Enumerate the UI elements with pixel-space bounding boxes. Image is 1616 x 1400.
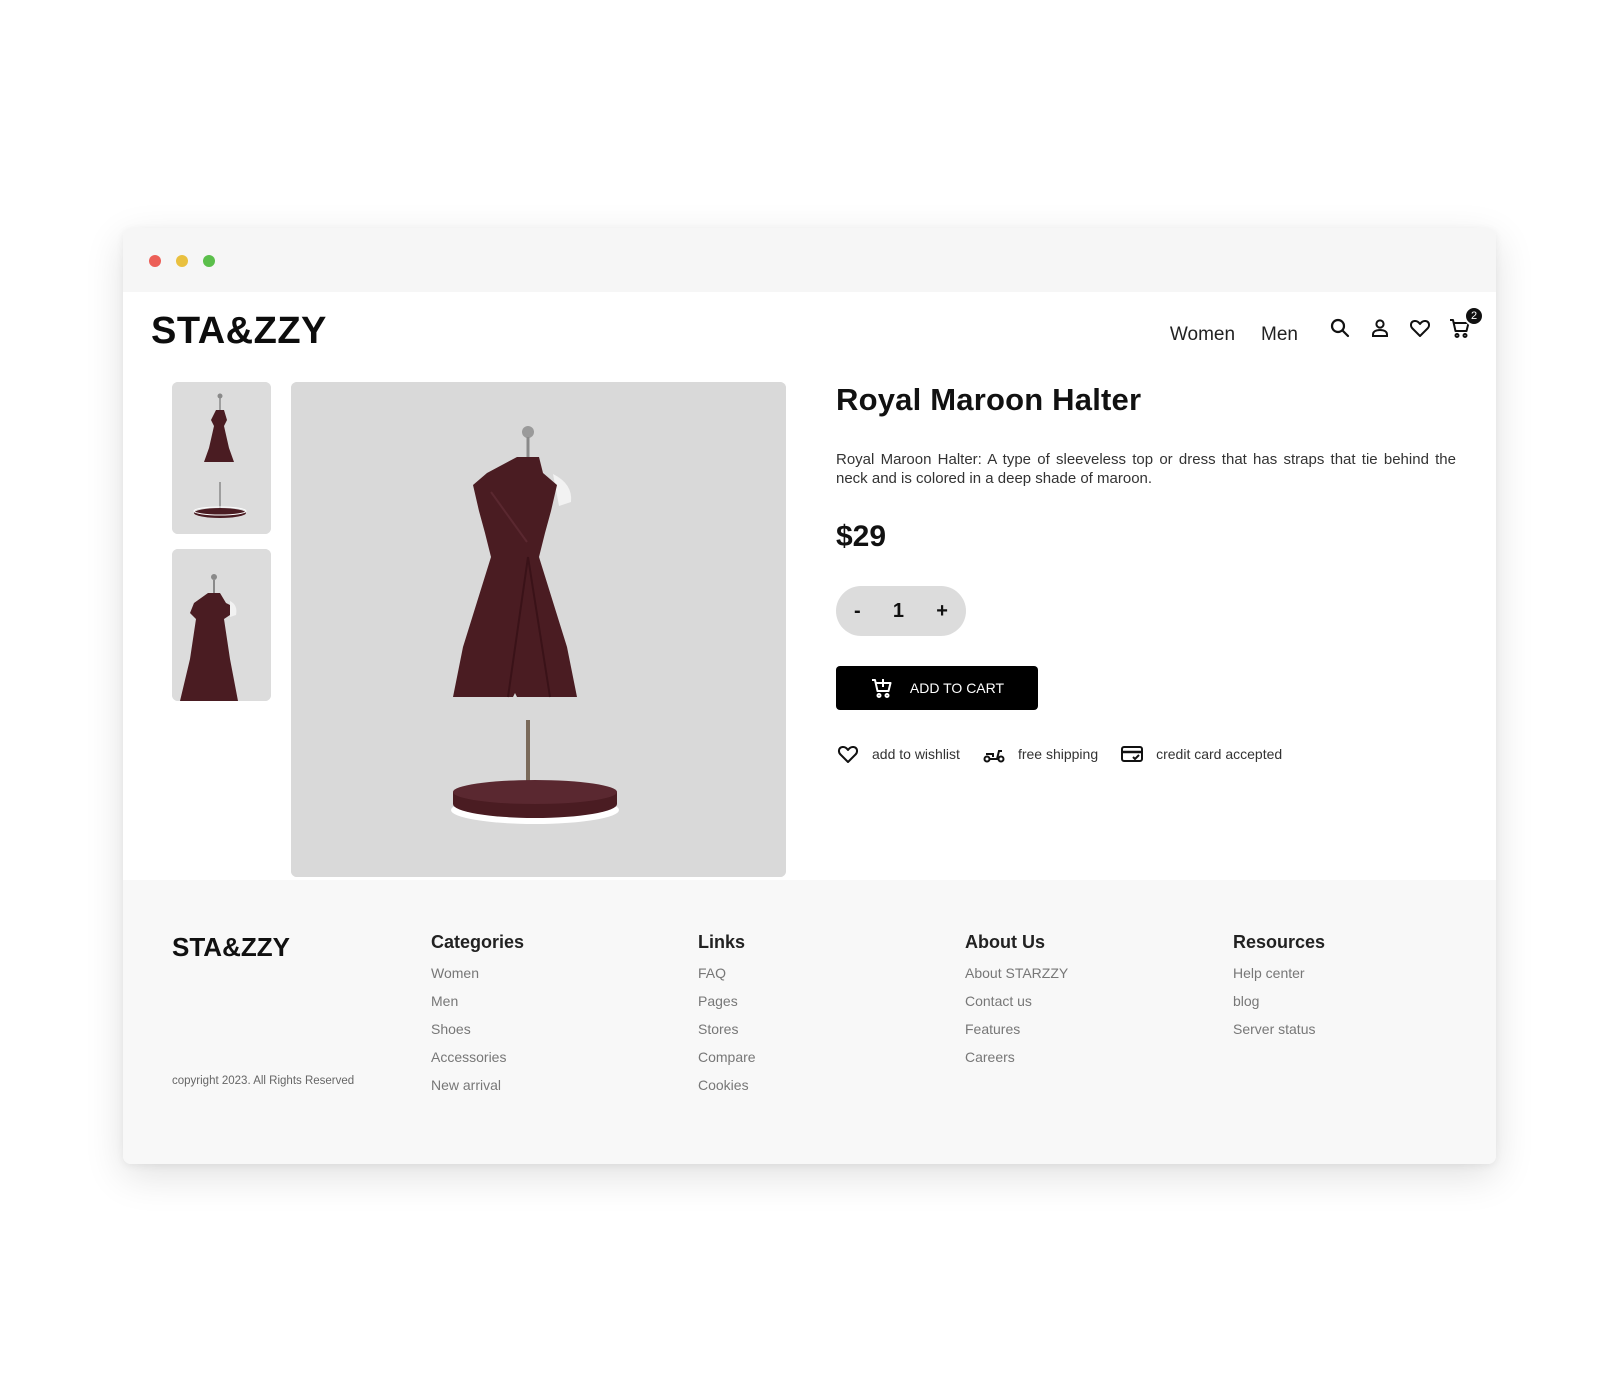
- product-main-image[interactable]: [291, 382, 786, 877]
- maximize-window-button[interactable]: [203, 255, 215, 267]
- footer-link[interactable]: Stores: [698, 1021, 756, 1049]
- quantity-decrement-button[interactable]: -: [854, 600, 861, 623]
- nav-item-men[interactable]: Men: [1261, 324, 1298, 346]
- footer-column-title: Links: [698, 932, 746, 952]
- footer-link[interactable]: New arrival: [431, 1077, 524, 1105]
- footer-link[interactable]: Cookies: [698, 1077, 756, 1105]
- footer-link[interactable]: blog: [1233, 993, 1325, 1021]
- product-price: $29: [836, 520, 887, 553]
- footer-link[interactable]: Help center: [1233, 965, 1325, 993]
- footer-column-resources: Resources Help center blog Server status: [1233, 932, 1325, 1049]
- product-features: add to wishlist free shipping credit car…: [836, 742, 1456, 766]
- cart-count-badge: 2: [1464, 306, 1484, 326]
- credit-card-icon: [1121, 746, 1144, 762]
- quantity-stepper: - 1 +: [836, 586, 966, 636]
- dress-thumbnail-full-image: [172, 382, 271, 534]
- feature-label: add to wishlist: [872, 746, 960, 762]
- site-footer: STA&ZZY copyright 2023. All Rights Reser…: [123, 880, 1496, 1164]
- footer-logo[interactable]: STA&ZZY: [172, 932, 290, 963]
- footer-copyright: copyright 2023. All Rights Reserved: [172, 1075, 355, 1087]
- add-to-cart-icon: [871, 679, 892, 698]
- quantity-value[interactable]: 1: [893, 600, 904, 623]
- search-icon[interactable]: [1328, 316, 1352, 340]
- footer-link[interactable]: Women: [431, 965, 524, 993]
- feature-add-to-wishlist[interactable]: add to wishlist: [836, 742, 960, 766]
- window-titlebar: [123, 228, 1496, 292]
- product-thumbnail-full[interactable]: [172, 382, 271, 534]
- footer-link[interactable]: FAQ: [698, 965, 756, 993]
- footer-column-about-us: About Us About STARZZY Contact us Featur…: [965, 932, 1068, 1077]
- product-description: Royal Maroon Halter: A type of sleeveles…: [836, 451, 1456, 487]
- cart-icon[interactable]: 2: [1448, 306, 1484, 340]
- footer-link[interactable]: Shoes: [431, 1021, 524, 1049]
- footer-column-categories: Categories Women Men Shoes Accessories N…: [431, 932, 524, 1105]
- product-title: Royal Maroon Halter: [836, 382, 1142, 417]
- close-window-button[interactable]: [149, 255, 161, 267]
- header-icons: 2: [1328, 306, 1484, 340]
- heart-icon: [837, 745, 859, 763]
- footer-link[interactable]: About STARZZY: [965, 965, 1068, 993]
- footer-column-links: Links FAQ Pages Stores Compare Cookies: [698, 932, 756, 1105]
- footer-link[interactable]: Pages: [698, 993, 756, 1021]
- nav-item-women[interactable]: Women: [1170, 324, 1235, 346]
- footer-column-title: About Us: [965, 932, 1045, 952]
- footer-column-title: Resources: [1233, 932, 1326, 952]
- footer-column-title: Categories: [431, 932, 525, 952]
- footer-link[interactable]: Men: [431, 993, 524, 1021]
- feature-free-shipping: free shipping: [982, 742, 1098, 766]
- dress-on-mannequin-image: [291, 382, 786, 877]
- scooter-icon: [983, 750, 1005, 763]
- footer-link[interactable]: Compare: [698, 1049, 756, 1077]
- user-icon[interactable]: [1368, 316, 1392, 340]
- quantity-increment-button[interactable]: +: [936, 600, 948, 623]
- feature-credit-card: credit card accepted: [1120, 742, 1282, 766]
- footer-link[interactable]: Server status: [1233, 1021, 1325, 1049]
- product-info: Royal Maroon Halter Royal Maroon Halter:…: [836, 382, 1456, 766]
- footer-link[interactable]: Features: [965, 1021, 1068, 1049]
- browser-window: STA&ZZY Women Men 2 Royal Maroon Halter …: [123, 228, 1496, 1164]
- footer-link[interactable]: Contact us: [965, 993, 1068, 1021]
- add-to-cart-button[interactable]: ADD TO CART: [836, 666, 1038, 710]
- minimize-window-button[interactable]: [176, 255, 188, 267]
- footer-link[interactable]: Accessories: [431, 1049, 524, 1077]
- dress-thumbnail-closeup-image: [172, 549, 271, 701]
- feature-label: free shipping: [1017, 746, 1099, 762]
- heart-icon[interactable]: [1408, 316, 1432, 340]
- main-nav: Women Men: [1170, 324, 1298, 346]
- product-thumbnail-closeup[interactable]: [172, 549, 271, 701]
- feature-label: credit card accepted: [1156, 746, 1283, 762]
- add-to-cart-label: ADD TO CART: [909, 680, 1005, 696]
- footer-link[interactable]: Careers: [965, 1049, 1068, 1077]
- brand-logo[interactable]: STA&ZZY: [151, 310, 327, 353]
- site-header: STA&ZZY Women Men 2: [123, 292, 1496, 372]
